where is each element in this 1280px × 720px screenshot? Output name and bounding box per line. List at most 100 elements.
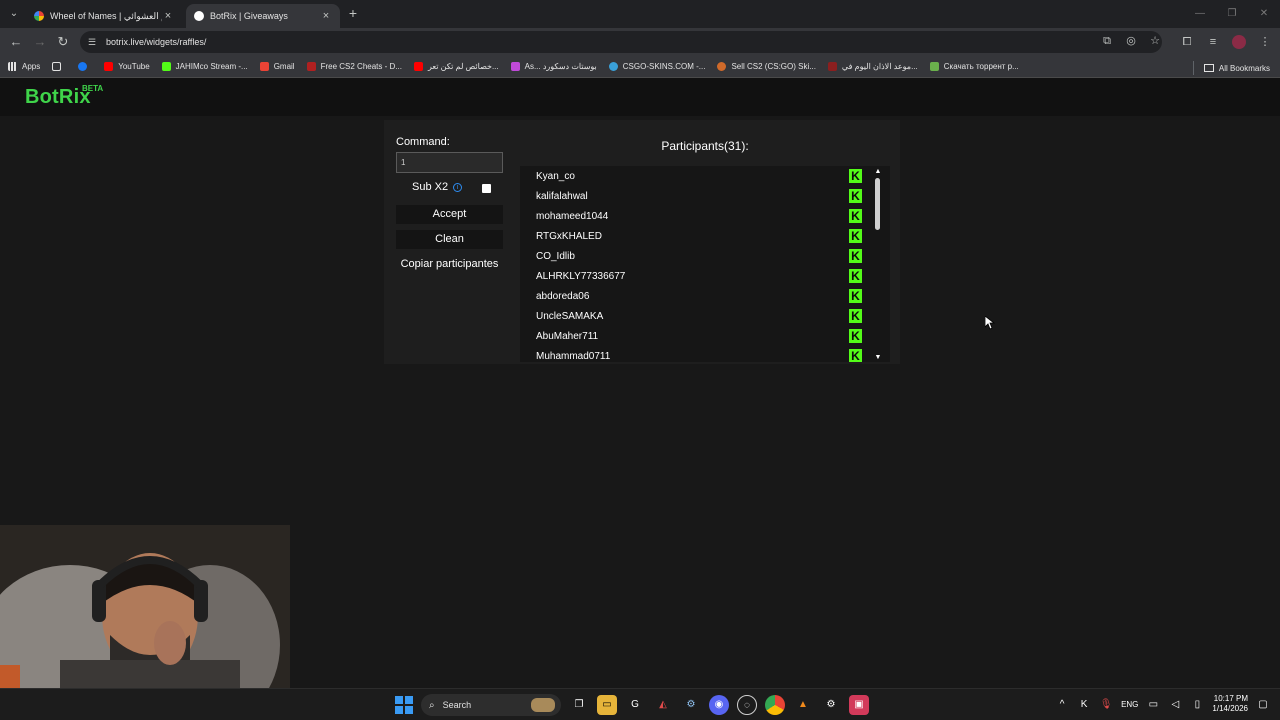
participants-title: Participants(31):: [661, 139, 749, 153]
participant-row: RTGxKHALED K: [520, 226, 876, 246]
eye-slash-icon[interactable]: ◎: [1124, 34, 1138, 48]
profile-avatar-icon[interactable]: [1232, 35, 1246, 49]
participant-row: UncleSAMAKA K: [520, 306, 876, 326]
folder-icon: [1203, 64, 1214, 72]
bookmark-label: JAHIMco Stream -...: [175, 62, 248, 71]
translate-icon[interactable]: ⧉: [1100, 34, 1114, 48]
participants-list[interactable]: Kyan_co Kkalifalahwal Kmohameed1044 K RTGxKH…: [520, 166, 890, 362]
taskbar-clock[interactable]: 10:17 PM 1/14/2026: [1212, 694, 1248, 714]
network-icon[interactable]: ▭: [1146, 699, 1160, 710]
clean-button[interactable]: Clean: [396, 230, 503, 249]
back-arrow-icon[interactable]: ←: [8, 34, 24, 50]
bookmarks-bar: Apps YouTube JAHIMco Stream -... Gmail F…: [0, 56, 1280, 78]
bookmark-csgo-skins[interactable]: CSGO-SKINS.COM -...: [608, 62, 705, 71]
bookmark-gmail[interactable]: Gmail: [259, 62, 295, 71]
mouse-cursor-icon: [985, 316, 995, 330]
command-input[interactable]: [396, 152, 503, 173]
kick-tray-icon[interactable]: K: [1077, 699, 1091, 710]
media-controls-icon[interactable]: ≡: [1206, 35, 1220, 49]
steam-icon[interactable]: ⚙: [681, 695, 701, 715]
facebook-icon: [78, 62, 88, 71]
kick-platform-icon: K: [849, 169, 862, 183]
bookmark-discord-posts[interactable]: As... بوستات دسكورد: [510, 62, 597, 71]
bookmark-sell-cs2[interactable]: Sell CS2 (CS:GO) Ski...: [717, 62, 816, 71]
maximize-icon[interactable]: ❐: [1216, 0, 1248, 28]
notifications-icon[interactable]: ▢: [1256, 699, 1270, 710]
app-header: BotRix BETA: [0, 78, 1280, 116]
close-tab-icon[interactable]: ×: [162, 10, 174, 22]
site-info-icon[interactable]: ☰: [88, 37, 100, 48]
participants-scrollbar[interactable]: ▲ ▼: [874, 166, 882, 362]
chrome-icon[interactable]: [765, 695, 785, 715]
browser-toolbar: ← → ↻ ☰ botrix.live/widgets/raffles/ ⧉ ◎…: [0, 28, 1280, 56]
close-window-icon[interactable]: ✕: [1248, 0, 1280, 28]
accept-button[interactable]: Accept: [396, 205, 503, 224]
bookmark-cs2-cheats[interactable]: Free CS2 Cheats - D...: [306, 62, 402, 71]
scroll-down-arrow-icon[interactable]: ▼: [874, 354, 882, 362]
address-bar[interactable]: ☰ botrix.live/widgets/raffles/: [80, 31, 1162, 53]
close-tab-icon[interactable]: ×: [320, 10, 332, 22]
bookmark-prayer-times[interactable]: موعد الاذان اليوم في...: [827, 62, 918, 71]
bookmark-apps[interactable]: Apps: [8, 62, 40, 71]
beta-badge: BETA: [82, 84, 104, 93]
tab-search-chevron-icon[interactable]: ⌄: [6, 6, 22, 22]
sub-x2-checkbox[interactable]: [482, 184, 491, 193]
bookmark-label: Sell CS2 (CS:GO) Ski...: [731, 62, 816, 71]
windows-start-icon[interactable]: [395, 696, 413, 714]
task-view-icon[interactable]: ❐: [569, 695, 589, 715]
forward-arrow-icon[interactable]: →: [32, 34, 48, 50]
tab-botrix-giveaways[interactable]: BotRix | Giveaways ×: [186, 4, 340, 28]
menu-kebab-icon[interactable]: ⋮: [1258, 35, 1272, 49]
command-label: Command:: [396, 136, 450, 148]
battery-icon[interactable]: ▯: [1190, 699, 1204, 710]
bookmark-grid[interactable]: [52, 62, 66, 71]
new-tab-plus-icon[interactable]: +: [346, 6, 360, 20]
botrix-logo[interactable]: BotRix: [25, 86, 91, 109]
all-bookmarks[interactable]: All Bookmarks: [1192, 61, 1270, 75]
discord-icon[interactable]: ◉: [709, 695, 729, 715]
sub-x2-row: Sub X2 i: [412, 181, 463, 193]
vlc-icon[interactable]: ▲: [793, 695, 813, 715]
bookmark-torrent[interactable]: Скачать торрент р...: [929, 62, 1019, 71]
microphone-icon[interactable]: 🎙: [1099, 699, 1113, 710]
kick-platform-icon: K: [849, 329, 862, 343]
taskbar-search[interactable]: ⌕ Search: [421, 694, 561, 716]
language-indicator[interactable]: ENG: [1121, 700, 1138, 709]
bookmark-label: YouTube: [118, 62, 150, 71]
tray-expand-icon[interactable]: ^: [1055, 699, 1069, 710]
participant-row: AbuMaher711 K: [520, 326, 876, 346]
bookmark-facebook[interactable]: [78, 62, 92, 71]
search-icon: ⌕: [429, 699, 435, 711]
scroll-up-arrow-icon[interactable]: ▲: [874, 168, 882, 176]
participant-name: Muhammad0711: [536, 350, 611, 362]
participant-name: AbuMaher711: [536, 330, 599, 342]
g-hub-icon[interactable]: G: [625, 695, 645, 715]
tab-wheel-of-names[interactable]: Wheel of Names | سم العشوائي ×: [26, 4, 182, 28]
volume-icon[interactable]: ◁: [1168, 699, 1182, 710]
bookmark-jahimco[interactable]: JAHIMco Stream -...: [161, 62, 248, 71]
media-app-icon[interactable]: ▣: [849, 695, 869, 715]
browser-tab-bar: ⌄ Wheel of Names | سم العشوائي × BotRix …: [0, 0, 1280, 28]
copy-participants-button[interactable]: Copiar participantes: [396, 255, 503, 274]
participant-row: Muhammad0711 K: [520, 346, 876, 362]
star-bookmark-icon[interactable]: ☆: [1148, 34, 1162, 48]
bookmark-youtube[interactable]: YouTube: [104, 62, 150, 71]
bookmark-label: As... بوستات دسكورد: [524, 62, 597, 71]
reload-icon[interactable]: ↻: [55, 34, 71, 50]
file-explorer-icon[interactable]: ▭: [597, 695, 617, 715]
bookmark-label: Free CS2 Cheats - D...: [320, 62, 402, 71]
minimize-icon[interactable]: —: [1184, 0, 1216, 28]
valorant-icon[interactable]: ◭: [653, 695, 673, 715]
extensions-icon[interactable]: ⧠: [1180, 35, 1194, 49]
bookmark-label: خصائص لم تكن تعر...: [427, 62, 499, 71]
info-icon[interactable]: i: [453, 182, 463, 192]
obs-icon[interactable]: ◌: [737, 695, 757, 715]
participant-name: abdoreda06: [536, 290, 590, 302]
scroll-thumb[interactable]: [875, 178, 880, 230]
sell-skins-icon: [717, 62, 727, 71]
bookmark-youtube-arabic[interactable]: خصائص لم تكن تعر...: [413, 62, 499, 71]
settings-icon[interactable]: ⚙: [821, 695, 841, 715]
bookmark-label: Apps: [22, 62, 41, 71]
participant-name: CO_Idlib: [536, 250, 575, 262]
all-bookmarks-label: All Bookmarks: [1218, 63, 1270, 73]
